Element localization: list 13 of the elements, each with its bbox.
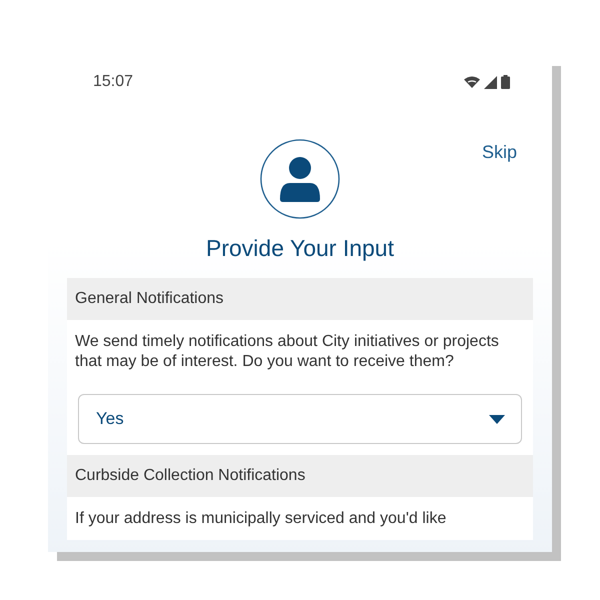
section-description: If your address is municipally serviced and you'd like [75,509,448,529]
caret-icon [489,414,505,424]
section-heading: General Notifications [67,278,533,320]
signal-icon [484,76,497,88]
status-time: 15:07 [93,73,134,91]
wifi-icon [464,76,480,88]
page-title: Provide Your Input [206,234,394,263]
skip-link[interactable]: Skip [482,142,517,163]
section-heading: Curbside Collection Notifications [67,455,533,497]
section-description: We send timely notifications about City initiatives or projects that may be of interest. Do you want to receive them? [75,332,500,372]
battery-icon [501,75,510,89]
answer-dropdown[interactable]: Yes [78,394,522,444]
user-avatar-icon [260,139,340,219]
